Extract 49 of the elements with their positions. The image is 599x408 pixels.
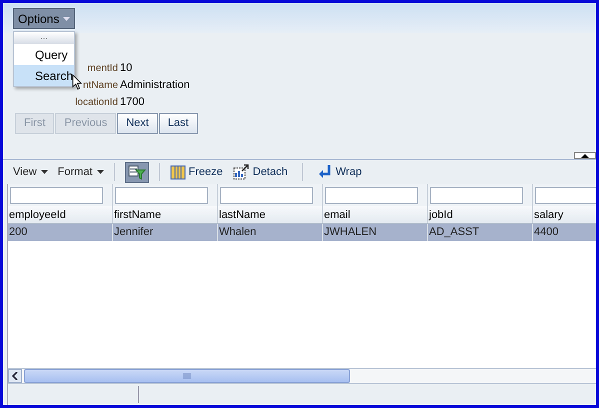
column-header[interactable]: firstName (113, 206, 218, 223)
table-cell: Jennifer (113, 224, 218, 241)
table-cell: JWHALEN (323, 224, 428, 241)
menu-button[interactable]: View (13, 164, 48, 180)
column-header[interactable]: salary (533, 206, 596, 223)
caret-down-icon (40, 170, 48, 174)
caret-down-icon (96, 170, 104, 174)
filter-icon (128, 164, 146, 180)
detach-button[interactable]: Detach (232, 164, 288, 180)
column-header[interactable]: jobId (428, 206, 533, 223)
field-value: 10 (120, 60, 132, 76)
detach-icon (232, 164, 250, 180)
caret-down-icon (63, 16, 70, 20)
filter-field[interactable] (220, 186, 313, 204)
column-header[interactable]: email (323, 206, 428, 223)
table-cell: Whalen (218, 224, 323, 241)
columns-icon (170, 164, 186, 180)
menu-item[interactable]: Query (14, 44, 74, 65)
table-row[interactable]: 200 Jennifer Whalen JWHALEN AD_ASST 4400 (8, 224, 596, 241)
menu-item[interactable]: Search (14, 65, 74, 86)
field-value: 1700 (120, 94, 144, 110)
collapse-button[interactable] (574, 152, 596, 159)
filter-field[interactable] (430, 186, 523, 204)
table-cell: AD_ASST (428, 224, 533, 241)
filter-toggle-button[interactable] (124, 162, 148, 182)
menu-grip[interactable]: ... (14, 32, 74, 44)
scroll-left-button[interactable] (8, 369, 22, 383)
menu-button[interactable]: Format (58, 164, 104, 180)
table-cell: 200 (8, 224, 113, 241)
field-value: Administration (120, 78, 190, 93)
scrollbar-thumb[interactable] (24, 369, 350, 383)
nav-button[interactable]: Next (117, 113, 158, 134)
grip-icon (183, 373, 191, 379)
column-header[interactable]: employeeId (8, 206, 113, 223)
options-menu-button[interactable]: Options (13, 8, 76, 29)
filter-field[interactable] (115, 186, 208, 204)
nav-button[interactable]: Last (158, 113, 198, 134)
wrap-button[interactable]: Wrap (316, 164, 362, 180)
field-label: locationId (75, 96, 118, 110)
filter-field[interactable] (10, 186, 103, 204)
freeze-button[interactable]: Freeze (170, 164, 223, 180)
filter-field[interactable] (325, 186, 418, 204)
triangle-up-icon (581, 154, 589, 158)
column-header[interactable]: lastName (218, 206, 323, 223)
chevron-left-icon (12, 372, 18, 380)
field-label: ntName (82, 78, 118, 92)
wrap-arrow-icon (316, 164, 333, 180)
field-label: mentId (87, 62, 118, 76)
table-cell: 4400 (533, 224, 596, 241)
